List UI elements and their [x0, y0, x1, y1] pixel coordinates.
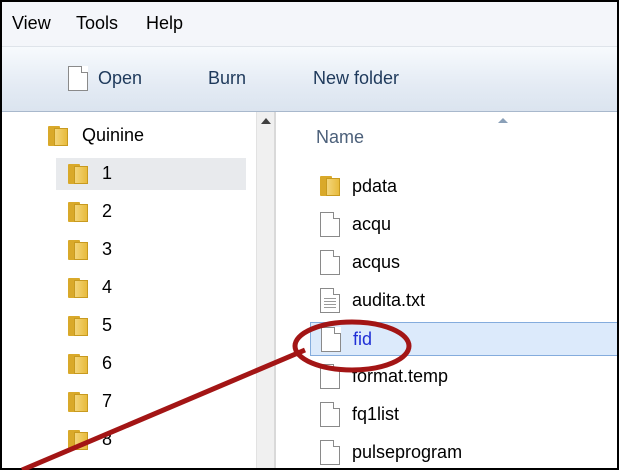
sidebar-item-label: 6	[102, 353, 113, 373]
folder-icon	[68, 316, 90, 336]
sidebar-item-label: 2	[102, 201, 113, 221]
file-row-fid[interactable]: fid	[310, 322, 617, 356]
menu-bar: View Tools Help	[2, 2, 617, 47]
open-label: Open	[98, 68, 143, 88]
menu-view[interactable]: View	[12, 13, 51, 34]
sidebar-item-1[interactable]: 1	[56, 158, 246, 190]
file-icon	[320, 212, 340, 237]
folder-icon	[68, 430, 90, 450]
file-name: fid	[353, 329, 373, 349]
file-icon	[320, 440, 340, 465]
sidebar-item-quinine[interactable]: Quinine	[2, 120, 256, 152]
file-name: acqus	[352, 252, 401, 272]
file-name: fq1list	[352, 404, 400, 424]
folder-icon	[68, 164, 90, 184]
file-row-acqus[interactable]: acqus	[310, 246, 617, 280]
burn-button[interactable]: Burn	[208, 68, 246, 89]
folder-icon	[48, 126, 70, 146]
file-name: audita.txt	[352, 290, 426, 310]
file-name: acqu	[352, 214, 392, 234]
file-icon	[320, 364, 340, 389]
text-file-icon	[320, 288, 340, 313]
file-icon	[320, 250, 340, 275]
file-name: pdata	[352, 176, 398, 196]
sidebar-item-label: 5	[102, 315, 113, 335]
nav-scrollbar[interactable]	[256, 112, 275, 468]
file-name: format.temp	[352, 366, 449, 386]
file-row-fq1list[interactable]: fq1list	[310, 398, 617, 432]
document-icon	[68, 66, 88, 91]
menu-help[interactable]: Help	[146, 13, 183, 34]
column-header-name[interactable]: Name	[316, 127, 364, 148]
file-list-pane: Name pdata acqu acqus audita.txt fid format.t…	[276, 112, 617, 468]
sidebar-item-8[interactable]: 8	[56, 424, 246, 456]
sidebar-item-4[interactable]: 4	[56, 272, 246, 304]
sort-ascending-icon	[498, 118, 508, 123]
scroll-up-icon[interactable]	[261, 118, 271, 124]
sidebar-item-label: 7	[102, 391, 113, 411]
sidebar-item-label: 3	[102, 239, 113, 259]
folder-icon	[68, 278, 90, 298]
folder-icon	[68, 392, 90, 412]
file-icon	[321, 327, 341, 352]
new-folder-button[interactable]: New folder	[313, 68, 399, 89]
sidebar-item-label: 8	[102, 429, 113, 449]
command-bar: Open Burn New folder	[2, 47, 617, 112]
sidebar-item-5[interactable]: 5	[56, 310, 246, 342]
file-row-audita-txt[interactable]: audita.txt	[310, 284, 617, 318]
file-icon	[320, 402, 340, 427]
sidebar-item-3[interactable]: 3	[56, 234, 246, 266]
file-row-pdata[interactable]: pdata	[310, 170, 617, 204]
menu-tools[interactable]: Tools	[76, 13, 118, 34]
sidebar-item-label: 4	[102, 277, 113, 297]
file-row-format-temp[interactable]: format.temp	[310, 360, 617, 394]
file-row-pulseprogram[interactable]: pulseprogram	[310, 436, 617, 468]
file-name: pulseprogram	[352, 442, 463, 462]
sidebar-item-label: Quinine	[82, 125, 145, 145]
folder-icon	[68, 240, 90, 260]
file-row-acqu[interactable]: acqu	[310, 208, 617, 242]
folder-icon	[68, 354, 90, 374]
sidebar-item-6[interactable]: 6	[56, 348, 246, 380]
folder-icon	[68, 202, 90, 222]
sidebar-item-7[interactable]: 7	[56, 386, 246, 418]
folder-icon	[320, 176, 342, 196]
open-button[interactable]: Open	[62, 47, 162, 111]
sidebar-item-2[interactable]: 2	[56, 196, 246, 228]
sidebar-item-label: 1	[102, 163, 113, 183]
explorer-window: View Tools Help Open Burn New folder Qui…	[0, 0, 619, 470]
